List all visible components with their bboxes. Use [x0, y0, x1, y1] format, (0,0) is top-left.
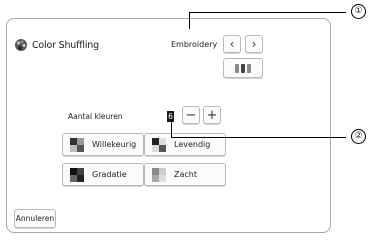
thread-frame-button[interactable]: [223, 58, 263, 78]
increase-button[interactable]: +: [203, 106, 221, 124]
soft-button[interactable]: Zacht: [144, 163, 226, 186]
previous-button[interactable]: ‹: [223, 35, 241, 53]
callout-1-line: [189, 12, 346, 13]
random-button[interactable]: Willekeurig: [62, 133, 144, 156]
next-button[interactable]: ›: [245, 35, 263, 53]
mode-label: Embroidery: [171, 40, 218, 49]
soft-blocks-icon: [152, 167, 166, 182]
option-label: Gradatie: [92, 170, 127, 179]
callout-1-leader: [189, 12, 190, 29]
random-blocks-icon: [70, 137, 84, 152]
page-title: Color Shuffling: [32, 39, 99, 51]
chevron-right-icon: ›: [251, 37, 257, 51]
callout-1-marker: ①: [351, 4, 366, 19]
gradient-blocks-icon: [70, 167, 84, 182]
chevron-left-icon: ‹: [229, 37, 235, 51]
vivid-blocks-icon: [152, 137, 166, 152]
callout-2-marker: ②: [351, 129, 366, 144]
option-label: Willekeurig: [92, 140, 137, 149]
callout-2-line: [171, 137, 346, 138]
title-row: Color Shuffling: [14, 38, 99, 52]
thread-spools-icon: [235, 63, 239, 73]
gradation-button[interactable]: Gradatie: [62, 163, 144, 186]
option-label: Zacht: [174, 170, 197, 179]
cancel-label: Annuleren: [15, 214, 55, 223]
plus-icon: +: [206, 107, 218, 123]
option-label: Levendig: [174, 140, 211, 149]
decrease-button[interactable]: −: [182, 106, 200, 124]
color-palette-icon: [15, 39, 27, 51]
color-count-label: Aantal kleuren: [68, 112, 123, 121]
cancel-button[interactable]: Annuleren: [14, 209, 56, 228]
callout-2-leader: [171, 119, 172, 138]
minus-icon: −: [185, 107, 197, 123]
